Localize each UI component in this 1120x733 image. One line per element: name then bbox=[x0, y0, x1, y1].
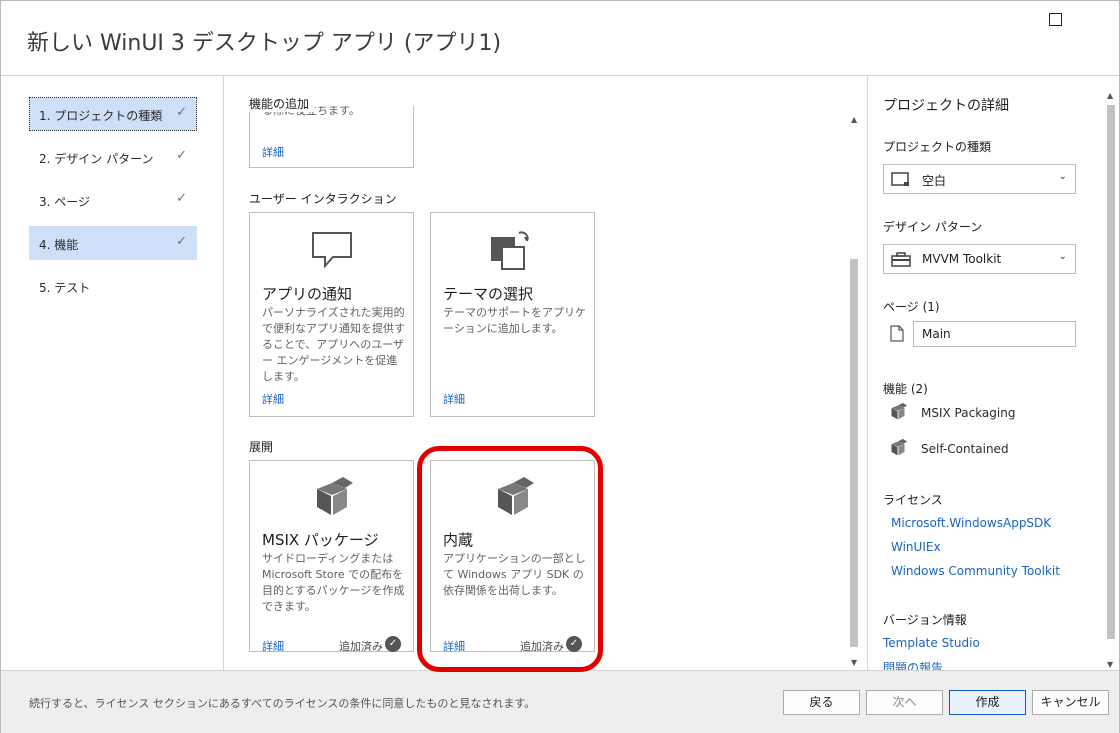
design-pattern-dropdown[interactable]: MVVM Toolkit ⌄ bbox=[883, 244, 1076, 274]
version-info-label: バージョン情報 bbox=[883, 613, 967, 627]
nav-step-design-pattern[interactable]: 2. デザイン パターン ✓ bbox=[29, 140, 197, 174]
theme-icon bbox=[491, 231, 529, 270]
card-details-link[interactable]: 詳細 bbox=[262, 638, 284, 654]
design-pattern-value: MVVM Toolkit bbox=[922, 252, 1002, 266]
scroll-down-icon[interactable]: ▼ bbox=[1107, 660, 1113, 669]
added-status: 追加済み bbox=[339, 640, 383, 653]
maximize-icon[interactable] bbox=[1049, 13, 1062, 26]
checkmark-icon: ✓ bbox=[176, 148, 187, 163]
checkmark-icon: ✓ bbox=[176, 105, 187, 120]
card-description: パーソナライズされた実用的で便利なアプリ通知を提供することで、アプリへのユーザー… bbox=[262, 306, 405, 383]
nav-step-label: 1. プロジェクトの種類 bbox=[39, 109, 163, 123]
toolkit-icon bbox=[891, 252, 911, 267]
section-title-features: 機能の追加 bbox=[249, 95, 316, 112]
feature-card-partial[interactable]: る際に役立ちます。 詳細 bbox=[249, 106, 414, 168]
feature-card-notifications[interactable]: アプリの通知 パーソナライズされた実用的で便利なアプリ通知を提供することで、アプ… bbox=[249, 212, 414, 417]
nav-step-project-type[interactable]: 1. プロジェクトの種類 ✓ bbox=[29, 97, 197, 131]
card-description: テーマのサポートをアプリケーションに追加します。 bbox=[443, 306, 586, 335]
feature-item: Self-Contained bbox=[921, 442, 1009, 456]
details-scrollbar[interactable]: ▲ ▼ bbox=[1104, 91, 1118, 669]
page-name-value: Main bbox=[922, 327, 951, 341]
chevron-down-icon: ⌄ bbox=[1058, 251, 1067, 262]
cancel-button[interactable]: キャンセル bbox=[1032, 690, 1109, 715]
section-title-deployment: 展開 bbox=[249, 440, 274, 454]
project-type-label: プロジェクトの種類 bbox=[883, 140, 992, 154]
title-bar: 新しい WinUI 3 デスクトップ アプリ (アプリ1) bbox=[1, 1, 1119, 76]
nav-step-pages[interactable]: 3. ページ ✓ bbox=[29, 183, 197, 217]
project-type-value: 空白 bbox=[922, 174, 947, 188]
create-button[interactable]: 作成 bbox=[949, 690, 1026, 715]
scrollbar-thumb[interactable] bbox=[850, 259, 858, 647]
license-link[interactable]: WinUIEx bbox=[891, 540, 941, 554]
scroll-up-icon[interactable]: ▲ bbox=[851, 115, 857, 124]
card-details-link[interactable]: 詳細 bbox=[262, 144, 284, 160]
card-title: MSIX パッケージ bbox=[262, 531, 379, 549]
template-studio-link[interactable]: Template Studio bbox=[883, 636, 980, 650]
features-label: 機能 (2) bbox=[883, 382, 928, 396]
package-icon bbox=[317, 477, 353, 515]
nav-step-testing[interactable]: 5. テスト bbox=[29, 269, 197, 303]
added-check-icon: ✓ bbox=[385, 636, 401, 652]
license-link[interactable]: Microsoft.WindowsAppSDK bbox=[891, 516, 1051, 530]
back-button[interactable]: 戻る bbox=[783, 690, 860, 715]
page-name-field[interactable]: Main bbox=[913, 321, 1076, 347]
card-title: アプリの通知 bbox=[262, 285, 353, 303]
chevron-down-icon: ⌄ bbox=[1058, 171, 1067, 182]
highlight-annotation bbox=[417, 446, 603, 672]
report-issue-link[interactable]: 問題の報告 bbox=[883, 659, 943, 670]
package-icon bbox=[891, 402, 908, 420]
nav-step-features[interactable]: 4. 機能 ✓ bbox=[29, 226, 197, 260]
card-details-link[interactable]: 詳細 bbox=[443, 391, 465, 407]
card-description: サイドローディングまたは Microsoft Store での配布を目的とするパ… bbox=[262, 552, 405, 613]
design-pattern-label: デザイン パターン bbox=[883, 220, 983, 234]
nav-step-label: 3. ページ bbox=[39, 195, 91, 209]
nav-step-label: 2. デザイン パターン bbox=[39, 152, 154, 166]
footer-bar: 続行すると、ライセンス セクションにあるすべてのライセンスの条件に同意したものと… bbox=[1, 670, 1119, 733]
chat-bubble-icon bbox=[312, 232, 352, 269]
scroll-up-icon[interactable]: ▲ bbox=[1107, 91, 1113, 100]
license-consent-note: 続行すると、ライセンス セクションにあるすべてのライセンスの条件に同意したものと… bbox=[29, 697, 536, 710]
license-link[interactable]: Windows Community Toolkit bbox=[891, 564, 1060, 578]
steps-nav: 1. プロジェクトの種類 ✓ 2. デザイン パターン ✓ 3. ページ ✓ 4… bbox=[1, 76, 224, 670]
checkmark-icon: ✓ bbox=[176, 191, 187, 206]
card-details-link[interactable]: 詳細 bbox=[262, 391, 284, 407]
card-title: テーマの選択 bbox=[443, 285, 534, 303]
content-scrollbar[interactable]: ▲ ▼ bbox=[847, 111, 863, 671]
project-details-panel: プロジェクトの詳細 プロジェクトの種類 空白 ⌄ デザイン パターン MVVM … bbox=[867, 76, 1120, 670]
feature-item: MSIX Packaging bbox=[921, 406, 1016, 420]
page-icon bbox=[890, 325, 904, 342]
feature-card-theme[interactable]: テーマの選択 テーマのサポートをアプリケーションに追加します。 詳細 bbox=[430, 212, 595, 417]
pages-label: ページ (1) bbox=[883, 300, 940, 314]
details-heading: プロジェクトの詳細 bbox=[883, 98, 1009, 114]
project-type-dropdown[interactable]: 空白 ⌄ bbox=[883, 164, 1076, 194]
scroll-down-icon[interactable]: ▼ bbox=[851, 658, 857, 667]
feature-card-msix[interactable]: MSIX パッケージ サイドローディングまたは Microsoft Store … bbox=[249, 460, 414, 654]
checkmark-icon: ✓ bbox=[176, 234, 187, 249]
nav-step-label: 4. 機能 bbox=[39, 238, 79, 252]
license-label: ライセンス bbox=[883, 493, 943, 507]
package-icon bbox=[891, 438, 908, 456]
window-title: 新しい WinUI 3 デスクトップ アプリ (アプリ1) bbox=[27, 31, 502, 56]
next-button[interactable]: 次へ bbox=[866, 690, 943, 715]
scrollbar-thumb[interactable] bbox=[1107, 105, 1115, 639]
nav-step-label: 5. テスト bbox=[39, 281, 91, 295]
blank-window-icon bbox=[891, 172, 909, 186]
section-title-user-interaction: ユーザー インタラクション bbox=[249, 192, 397, 206]
